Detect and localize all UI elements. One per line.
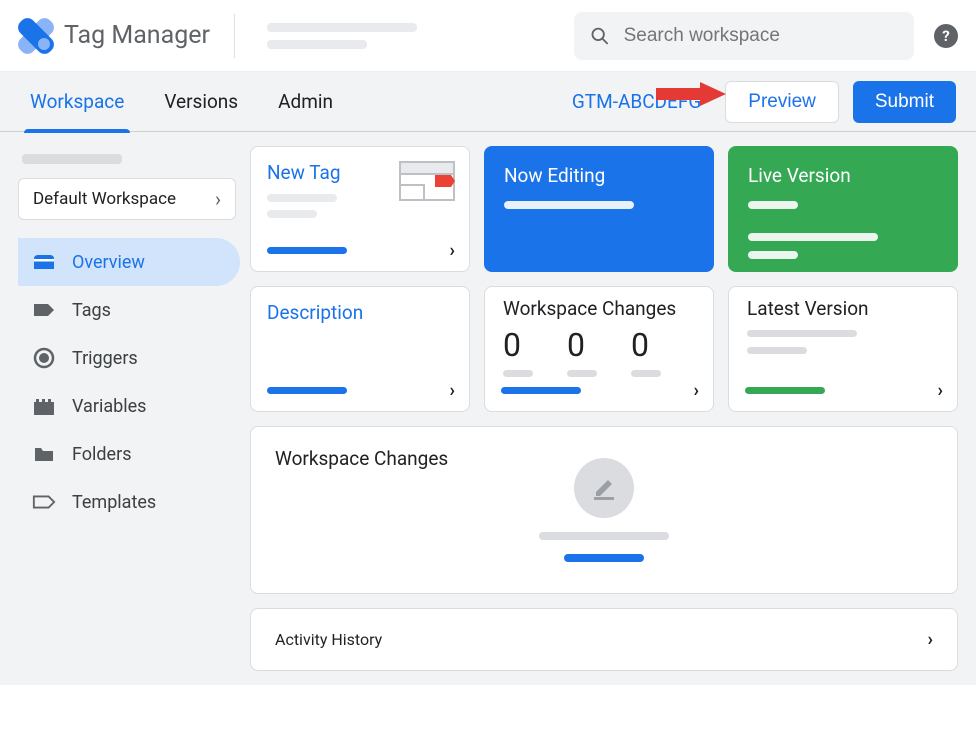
- skeleton: [747, 347, 807, 354]
- skeleton: [503, 370, 533, 377]
- skeleton: [267, 194, 337, 202]
- now-editing-card[interactable]: Now Editing: [484, 146, 714, 272]
- workspace-changes-panel: Workspace Changes: [250, 426, 958, 594]
- skeleton: [567, 370, 597, 377]
- nav-label: Folders: [72, 444, 132, 465]
- skeleton: [267, 210, 317, 218]
- help-button[interactable]: ?: [934, 24, 958, 48]
- nav-templates[interactable]: Templates: [18, 478, 240, 526]
- variables-icon: [32, 394, 56, 418]
- nav-label: Variables: [72, 396, 146, 417]
- description-card[interactable]: Description ›: [250, 286, 470, 412]
- nav-label: Templates: [72, 492, 156, 513]
- live-version-card[interactable]: Live Version: [728, 146, 958, 272]
- skeleton: [539, 532, 669, 540]
- chevron-right-icon: ›: [938, 380, 943, 401]
- browser-tag-icon: [399, 161, 455, 201]
- content-area: Default Workspace › Overview Tags Trigge…: [0, 132, 976, 685]
- latest-version-title: Latest Version: [747, 297, 939, 320]
- nav-tags[interactable]: Tags: [18, 286, 240, 334]
- top-bar: Tag Manager ?: [0, 0, 976, 72]
- tab-admin[interactable]: Admin: [268, 72, 343, 132]
- submit-button[interactable]: Submit: [853, 81, 956, 123]
- description-title: Description: [267, 301, 453, 324]
- skeleton: [748, 251, 798, 259]
- chevron-right-icon: ›: [928, 629, 933, 650]
- search-input[interactable]: [624, 25, 898, 47]
- workspace-changes-title: Workspace Changes: [503, 297, 695, 320]
- templates-icon: [32, 490, 56, 514]
- nav-overview[interactable]: Overview: [18, 238, 240, 286]
- folders-icon: [32, 442, 56, 466]
- wc-value-1: 0: [503, 326, 533, 364]
- nav-variables[interactable]: Variables: [18, 382, 240, 430]
- triggers-icon: [32, 346, 56, 370]
- preview-button[interactable]: Preview: [725, 81, 839, 123]
- tab-versions[interactable]: Versions: [154, 72, 248, 132]
- skeleton: [564, 554, 644, 562]
- new-tag-card[interactable]: New Tag ›: [250, 146, 470, 272]
- activity-history-title: Activity History: [275, 630, 382, 649]
- sidebar-skeleton: [22, 154, 122, 164]
- skeleton: [501, 387, 581, 394]
- breadcrumb-placeholder: [267, 23, 417, 49]
- activity-history-card[interactable]: Activity History ›: [250, 608, 958, 671]
- chevron-right-icon: ›: [215, 187, 221, 211]
- wc-value-2: 0: [567, 326, 597, 364]
- tags-icon: [32, 298, 56, 322]
- nav-triggers[interactable]: Triggers: [18, 334, 240, 382]
- chevron-right-icon: ›: [450, 380, 455, 401]
- workspace-selector[interactable]: Default Workspace ›: [18, 178, 236, 220]
- skeleton: [267, 387, 347, 394]
- container-id-link[interactable]: GTM-ABCDEFG: [572, 90, 701, 113]
- tabs-bar: Workspace Versions Admin GTM-ABCDEFG Pre…: [0, 72, 976, 132]
- wc-value-3: 0: [631, 326, 661, 364]
- sidebar: Default Workspace › Overview Tags Trigge…: [18, 146, 236, 671]
- skeleton: [748, 201, 798, 209]
- logo-section: Tag Manager: [18, 18, 210, 54]
- edit-icon: [574, 458, 634, 518]
- chevron-right-icon: ›: [450, 240, 455, 261]
- product-title: Tag Manager: [64, 21, 210, 50]
- live-version-title: Live Version: [748, 164, 938, 187]
- search-icon: [590, 25, 610, 47]
- empty-state: [275, 458, 933, 562]
- workspace-selector-label: Default Workspace: [33, 189, 176, 209]
- skeleton: [747, 330, 857, 337]
- nav-label: Triggers: [72, 348, 138, 369]
- skeleton: [745, 387, 825, 394]
- chevron-right-icon: ›: [694, 380, 699, 401]
- skeleton: [748, 233, 878, 241]
- tag-manager-logo-icon: [18, 18, 54, 54]
- search-box[interactable]: [574, 12, 914, 60]
- nav-label: Tags: [72, 300, 111, 321]
- skeleton: [631, 370, 661, 377]
- latest-version-card[interactable]: Latest Version ›: [728, 286, 958, 412]
- nav-label: Overview: [72, 252, 145, 273]
- skeleton: [504, 201, 634, 209]
- cards-area: New Tag › Now Editing Live V: [250, 146, 958, 671]
- overview-icon: [32, 250, 56, 274]
- workspace-changes-card[interactable]: Workspace Changes 0 0 0 ›: [484, 286, 714, 412]
- now-editing-title: Now Editing: [504, 164, 694, 187]
- tab-workspace[interactable]: Workspace: [20, 72, 134, 132]
- divider: [234, 14, 235, 58]
- skeleton: [267, 247, 347, 254]
- nav-folders[interactable]: Folders: [18, 430, 240, 478]
